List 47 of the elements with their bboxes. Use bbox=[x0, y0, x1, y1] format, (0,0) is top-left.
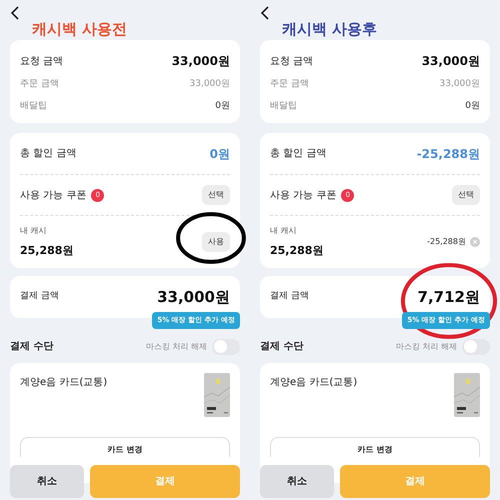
card-name: 계양e음 카드(교통) bbox=[20, 376, 108, 390]
change-card-button[interactable]: 카드 변경 bbox=[270, 436, 480, 456]
payment-amount: 33,000원 bbox=[157, 286, 230, 308]
screen-title: 캐시백 사용후 bbox=[282, 22, 378, 36]
row-value: 0원 bbox=[465, 100, 480, 112]
row-value: 33,000원 bbox=[440, 78, 480, 91]
section-title: 결제 수단 bbox=[260, 340, 304, 354]
coupon-label: 사용 가능 쿠폰 bbox=[20, 188, 86, 202]
cash-amount: 25,288원 bbox=[270, 242, 324, 259]
discount-label: 총 할인 금액 bbox=[270, 147, 326, 161]
select-button[interactable]: 선택 bbox=[202, 185, 230, 205]
row-label: 요청 금액 bbox=[20, 54, 64, 68]
row-value: 0원 bbox=[215, 100, 230, 112]
payment-label: 결제 금액 bbox=[20, 290, 59, 304]
discount-label: 총 할인 금액 bbox=[20, 147, 76, 161]
cancel-button[interactable]: 취소 bbox=[260, 465, 334, 498]
clear-icon[interactable] bbox=[470, 237, 480, 247]
toggle-label: 마스킹 처리 해제 bbox=[146, 340, 207, 352]
cash-label: 내 캐시 bbox=[270, 224, 298, 237]
toggle-label: 마스킹 처리 해제 bbox=[396, 340, 457, 352]
row-label: 주문 금액 bbox=[270, 78, 309, 91]
row-value: 33,000원 bbox=[190, 78, 230, 91]
cash-amount: 25,288원 bbox=[20, 242, 74, 259]
cash-label: 내 캐시 bbox=[20, 224, 48, 237]
back-icon[interactable] bbox=[10, 6, 20, 20]
applied-cash: -25,288원 bbox=[427, 236, 466, 248]
payment-label: 결제 금액 bbox=[270, 290, 309, 304]
back-icon[interactable] bbox=[260, 6, 270, 20]
use-button[interactable]: 사용 bbox=[202, 232, 230, 252]
row-label: 배달팁 bbox=[20, 100, 47, 112]
coupon-label: 사용 가능 쿠폰 bbox=[270, 188, 336, 202]
discount-value: -25,288원 bbox=[416, 146, 480, 162]
row-label: 주문 금액 bbox=[20, 78, 59, 91]
discount-value: 0원 bbox=[210, 146, 230, 162]
row-value: 33,000원 bbox=[172, 53, 230, 70]
section-title: 결제 수단 bbox=[10, 340, 54, 354]
screen-title: 캐시백 사용전 bbox=[32, 22, 128, 36]
row-label: 요청 금액 bbox=[270, 54, 314, 68]
masking-toggle[interactable] bbox=[212, 338, 240, 354]
change-card-button[interactable]: 카드 변경 bbox=[20, 436, 230, 456]
row-value: 33,000원 bbox=[422, 53, 480, 70]
masking-toggle[interactable] bbox=[462, 338, 490, 354]
card-name: 계양e음 카드(교통) bbox=[270, 376, 358, 390]
payment-amount: 7,712원 bbox=[418, 286, 480, 308]
select-button[interactable]: 선택 bbox=[452, 185, 480, 205]
cancel-button[interactable]: 취소 bbox=[10, 465, 84, 498]
row-label: 배달팁 bbox=[270, 100, 297, 112]
